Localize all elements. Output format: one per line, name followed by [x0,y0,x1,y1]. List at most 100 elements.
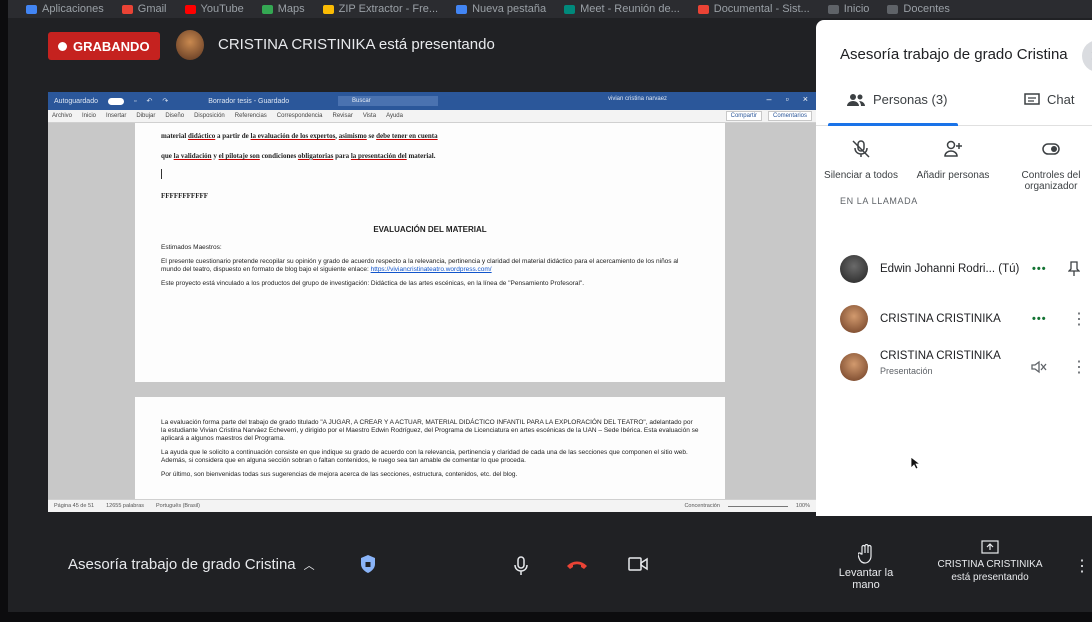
doc-fff: FFFFFFFFFFF [161,192,209,200]
word-user: vivian cristina narvaez [608,96,668,102]
page2-paragraph-2: La ayuda que le solicito a continuación … [161,449,688,464]
microphone-button[interactable] [514,556,528,576]
bookmark-item[interactable]: Inicio [827,3,870,15]
presenter-avatar [176,30,204,60]
minimize-icon: – [766,94,772,104]
hangup-button[interactable] [566,560,588,570]
tab-people[interactable]: Personas (3) [846,92,947,107]
mute-all-button[interactable]: Silenciar a todos [816,134,906,181]
panel-close-button[interactable]: ✕ [1082,40,1092,72]
meeting-name: Asesoría trabajo de grado Cristina [68,556,296,573]
participant-row[interactable]: Edwin Johanni Rodri... (Tú) ••• [816,246,1092,292]
ribbon-tab: Dibujar [136,113,156,119]
language: Português (Brasil) [156,503,201,509]
ribbon-tab: Diseño [165,113,185,119]
page-count: Página 45 de 51 [54,503,95,509]
redo-icon: ↷ [162,98,169,105]
document-page-1: material didáctico a partir de la evalua… [135,123,725,382]
bookmark-item[interactable]: Meet - Reunión de... [564,3,680,15]
panel-title: Asesoría trabajo de grado Cristina [840,46,1068,63]
host-controls-button[interactable]: Controles del organizador [1006,134,1092,192]
bookmark-icon [184,4,196,14]
panel-tabs: Personas (3) Chat [816,80,1092,126]
autosave-label: Autoguardado [54,97,98,105]
tab-chat-label: Chat [1047,92,1075,107]
bookmark-label: Aplicaciones [42,3,104,15]
autosave-toggle [107,97,124,105]
present-screen-icon [981,540,999,554]
recording-dot-icon [58,41,67,51]
ribbon-tab: Revisar [332,113,353,119]
page2-paragraph-1: La evaluación forma parte del trabajo de… [161,419,699,442]
bookmark-label: Inicio [843,3,870,15]
bookmark-item[interactable]: ZIP Extractor - Fre... [322,3,438,15]
ribbon-tab: Vista [362,113,377,119]
pin-icon[interactable] [1068,261,1080,277]
bookmark-item[interactable]: Gmail [121,3,167,15]
chevron-up-icon: ︿ [303,559,315,572]
word-search: Buscar [338,96,438,106]
add-people-button[interactable]: Añadir personas [908,134,998,181]
ribbon-tab: Inicio [82,113,97,119]
bookmarks-bar: Aplicaciones Gmail YouTube Maps ZIP Extracto… [8,0,1092,18]
save-icon: ▫ [133,97,137,105]
bookmark-label: Docentes [903,3,950,15]
bookmark-label: Gmail [137,3,167,15]
mouse-cursor-icon [910,456,920,470]
camera-button[interactable] [628,556,648,572]
greeting: Estimados Maestros: [161,244,222,251]
bookmark-icon [121,4,133,14]
ribbon-tab: Correspondencia [276,113,323,119]
tab-chat[interactable]: Chat [1024,92,1074,107]
bookmark-item[interactable]: Maps [261,3,305,15]
word-statusbar: Página 45 de 51 12655 palabras Português… [48,499,818,512]
undo-icon: ↶ [146,98,153,105]
maximize-icon: ▫ [785,94,789,104]
focus-mode: Concentración [684,503,720,509]
mute-all-icon [843,134,879,164]
muted-icon [1031,360,1047,374]
meeting-details-button[interactable]: Asesoría trabajo de grado Cristina ︿ [68,556,315,573]
participant-name: CRISTINA CRISTINIKA [880,350,1001,362]
ribbon-tab: Referencias [234,113,267,119]
close-icon: × [802,94,808,104]
bookmark-icon [261,4,273,14]
paragraph-1: El presente cuestionario pretende recopi… [161,258,679,273]
more-options-icon[interactable]: ⋮ [1074,556,1090,576]
bookmark-item[interactable]: Nueva pestaña [456,3,546,15]
raise-hand-icon [857,543,872,564]
ribbon-tab: Disposición [194,113,225,119]
host-controls-label: Controles del organizador [1021,170,1081,192]
add-people-label: Añadir personas [916,170,990,181]
add-person-icon [935,134,971,164]
bookmark-label: Documental - Sist... [713,3,810,15]
bookmark-icon [26,4,37,14]
bookmark-item[interactable]: Docentes [887,3,950,15]
ribbon-tab: Ayuda [386,113,403,119]
bookmark-icon [456,4,468,14]
raise-hand-button[interactable]: Levantar la mano [826,543,906,591]
presenting-button[interactable]: CRISTINA CRISTINIKA está presentando [930,540,1050,584]
bookmark-item[interactable]: Documental - Sist... [697,3,810,15]
active-tab-indicator [828,123,958,126]
mute-all-label: Silenciar a todos [824,170,898,181]
more-options-icon[interactable]: ⋮ [1071,309,1087,329]
bookmark-icon [322,4,334,14]
zoom-level: 100% [795,503,810,509]
participant-row[interactable]: CRISTINA CRISTINIKA Presentación ⋮ [816,344,1092,390]
blog-link[interactable]: https://viviancristinateatro.wordpress.c… [371,266,492,273]
shield-icon[interactable] [360,554,376,574]
bookmark-item[interactable]: Aplicaciones [26,3,104,15]
participant-row[interactable]: CRISTINA CRISTINIKA ••• ⋮ [816,296,1092,342]
more-options-icon[interactable]: ⋮ [1071,357,1087,377]
bookmark-item[interactable]: YouTube [184,3,244,15]
share-button: Compartir [725,111,762,121]
screen: Aplicaciones Gmail YouTube Maps ZIP Extracto… [8,0,1092,612]
tab-people-label: Personas (3) [873,92,948,107]
people-panel: Asesoría trabajo de grado Cristina ✕ Per… [816,20,1092,516]
avatar [840,255,868,283]
bookmark-icon [697,4,709,14]
word-titlebar: Autoguardado ▫ ↶ ↷ Borrador tesis - Guar… [48,92,818,110]
participant-sub: Presentación [880,366,933,376]
bookmark-label: YouTube [200,3,244,15]
